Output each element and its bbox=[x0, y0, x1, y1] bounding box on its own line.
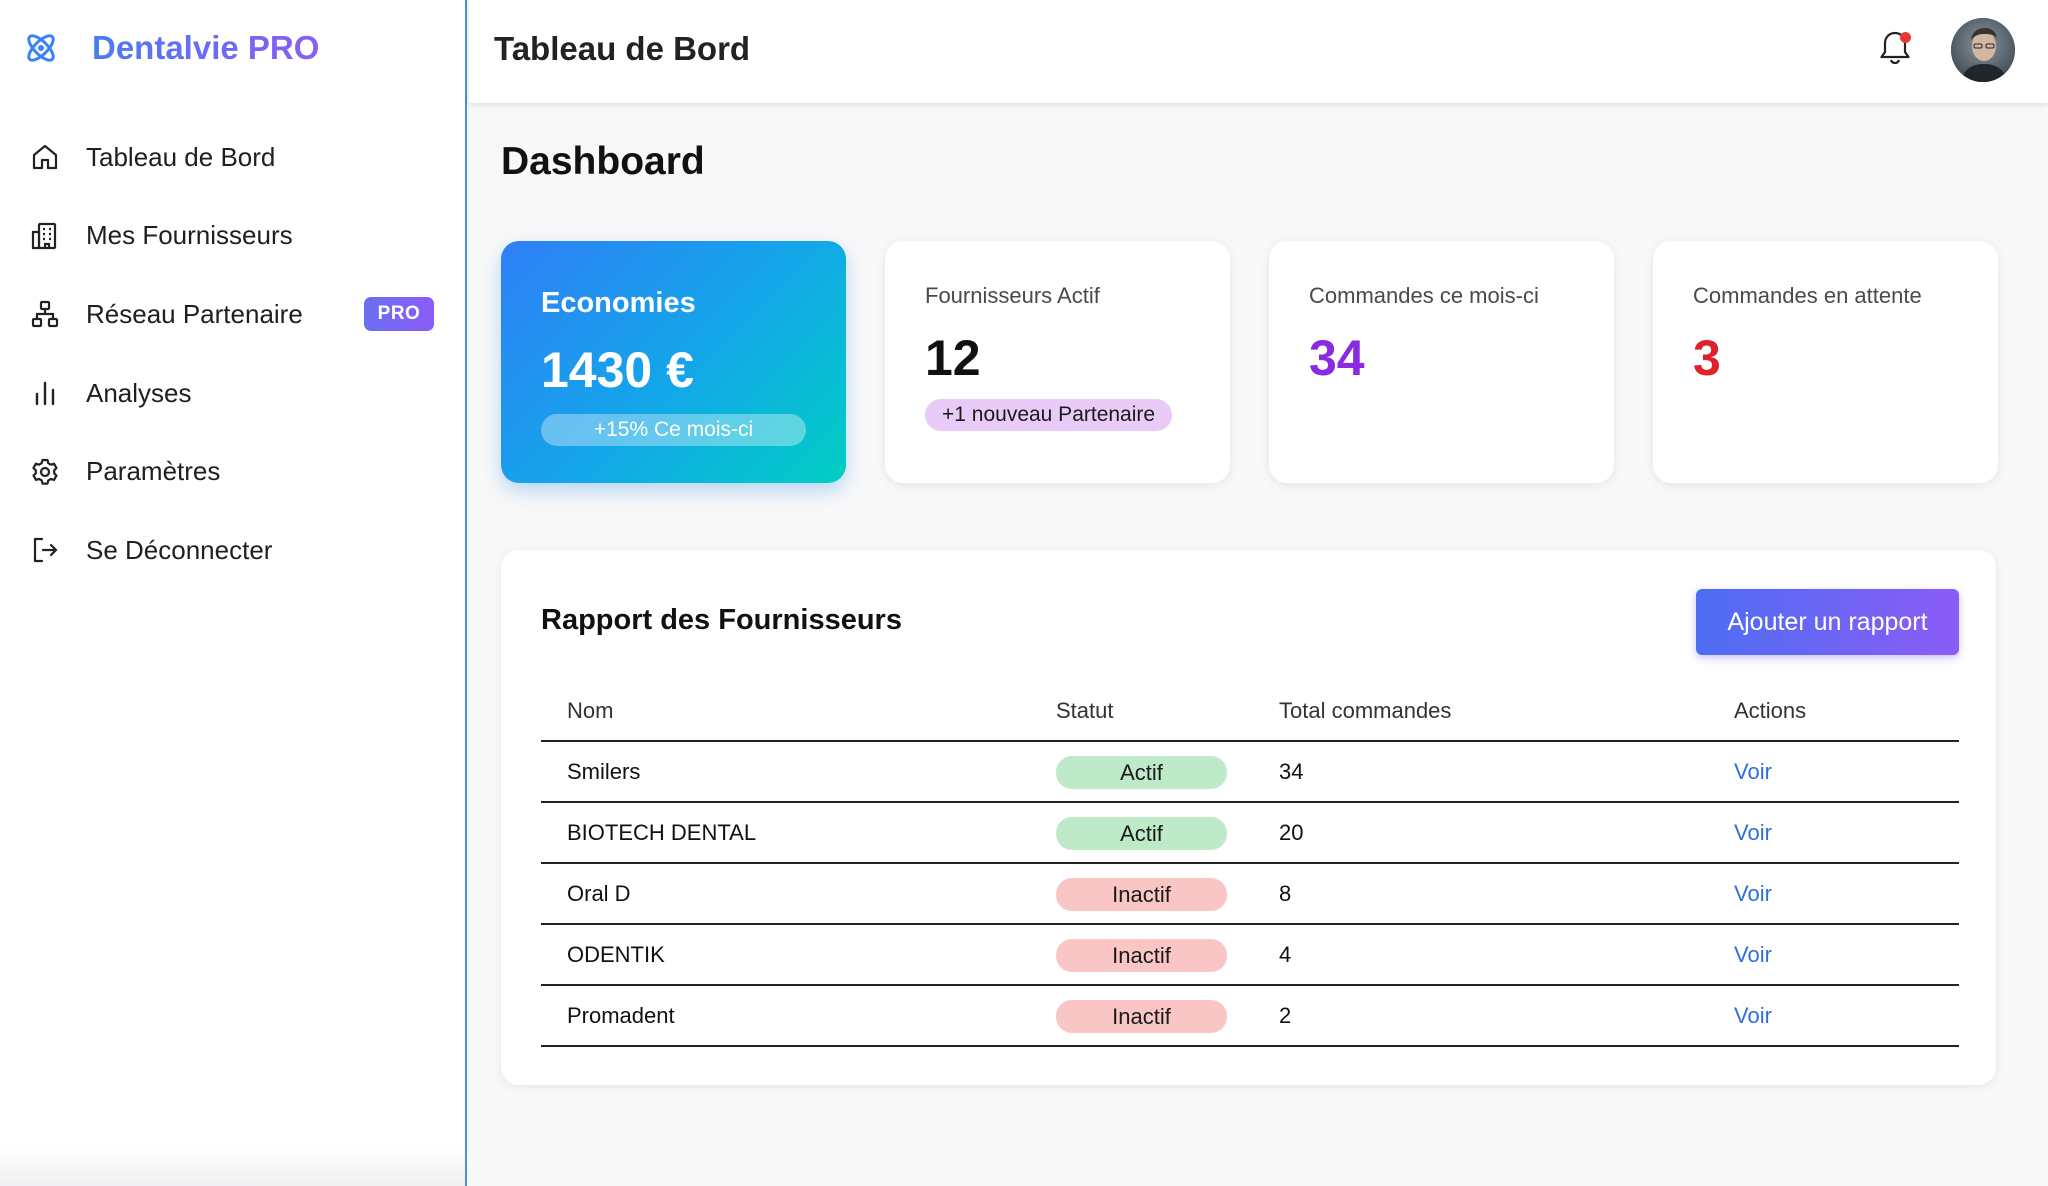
sidebar-item-label: Analyses bbox=[86, 377, 192, 408]
view-link[interactable]: Voir bbox=[1734, 820, 1772, 846]
sidebar-footer-shade bbox=[0, 1146, 465, 1186]
stat-value: 34 bbox=[1309, 330, 1365, 386]
total-orders: 8 bbox=[1279, 881, 1292, 906]
notification-dot bbox=[1900, 32, 1911, 43]
economies-value: 1430 € bbox=[541, 342, 694, 398]
report-title: Rapport des Fournisseurs bbox=[541, 604, 902, 636]
app-root: Dentalvie PRO Tableau de Bord Mes Fourni… bbox=[0, 0, 2048, 1186]
home-icon bbox=[28, 140, 62, 174]
brand-name: Dentalvie PRO bbox=[92, 29, 320, 66]
sidebar-item-analyses[interactable]: Analyses bbox=[0, 354, 465, 433]
fournisseurs-actif-card: Fournisseurs Actif 12 +1 nouveau Partena… bbox=[885, 241, 1230, 483]
bar-chart-icon bbox=[28, 376, 62, 410]
gear-icon bbox=[28, 455, 62, 489]
supplier-name: BIOTECH DENTAL bbox=[567, 820, 757, 845]
avatar[interactable] bbox=[1951, 18, 2015, 82]
report-panel: Rapport des Fournisseurs Ajouter un rapp… bbox=[501, 550, 1996, 1085]
network-icon bbox=[28, 297, 62, 331]
status-badge: Inactif bbox=[1056, 1000, 1227, 1033]
supplier-name: Smilers bbox=[567, 759, 641, 784]
commandes-attente-card: Commandes en attente 3 bbox=[1653, 241, 1998, 483]
page-title: Dashboard bbox=[501, 140, 705, 183]
column-header-statut[interactable]: Statut bbox=[1056, 698, 1113, 724]
building-icon bbox=[28, 219, 62, 253]
total-orders: 34 bbox=[1279, 759, 1304, 784]
logout-icon bbox=[28, 533, 62, 567]
stat-value: 12 bbox=[925, 330, 981, 386]
table-row: Promadent Inactif 2 Voir bbox=[541, 986, 1959, 1047]
total-orders: 20 bbox=[1279, 820, 1304, 845]
status-badge: Actif bbox=[1056, 817, 1227, 850]
header-title: Tableau de Bord bbox=[494, 30, 751, 67]
supplier-name: Oral D bbox=[567, 881, 631, 906]
stat-label: Commandes ce mois-ci bbox=[1309, 283, 1539, 308]
supplier-name: ODENTIK bbox=[567, 942, 665, 967]
view-link[interactable]: Voir bbox=[1734, 1003, 1772, 1029]
status-badge: Inactif bbox=[1056, 939, 1227, 972]
top-header: Tableau de Bord bbox=[469, 0, 2048, 103]
sidebar-nav: Tableau de Bord Mes Fournisseurs Réseau … bbox=[0, 118, 465, 590]
economies-title: Economies bbox=[541, 287, 696, 319]
sidebar-item-mes-fournisseurs[interactable]: Mes Fournisseurs bbox=[0, 197, 465, 276]
sidebar-item-parametres[interactable]: Paramètres bbox=[0, 432, 465, 511]
add-report-button[interactable]: Ajouter un rapport bbox=[1696, 589, 1959, 655]
stat-value: 3 bbox=[1693, 330, 1721, 386]
sidebar: Dentalvie PRO Tableau de Bord Mes Fourni… bbox=[0, 0, 467, 1186]
column-header-actions: Actions bbox=[1734, 698, 1807, 723]
sidebar-item-label: Paramètres bbox=[86, 456, 221, 487]
status-badge: Actif bbox=[1056, 756, 1227, 789]
sidebar-item-label: Mes Fournisseurs bbox=[86, 220, 293, 251]
stat-label: Fournisseurs Actif bbox=[925, 283, 1100, 308]
sidebar-item-label: Tableau de Bord bbox=[86, 141, 276, 172]
new-partner-badge: +1 nouveau Partenaire bbox=[925, 399, 1173, 431]
sidebar-item-se-deconnecter[interactable]: Se Déconnecter bbox=[0, 511, 465, 590]
column-header-total[interactable]: Total commandes bbox=[1279, 698, 1451, 724]
economies-card: Economies 1430 € +15% Ce mois-ci bbox=[501, 241, 846, 483]
sidebar-item-tableau-de-bord[interactable]: Tableau de Bord bbox=[0, 118, 465, 197]
table-header: Nom Statut Total commandes Actions bbox=[541, 680, 1959, 742]
status-badge: Inactif bbox=[1056, 878, 1227, 911]
view-link[interactable]: Voir bbox=[1734, 942, 1772, 968]
view-link[interactable]: Voir bbox=[1734, 759, 1772, 785]
total-orders: 4 bbox=[1279, 942, 1292, 967]
stat-label: Commandes en attente bbox=[1693, 283, 1922, 308]
view-link[interactable]: Voir bbox=[1734, 881, 1772, 907]
supplier-name: Promadent bbox=[567, 1003, 675, 1028]
sidebar-item-label: Se Déconnecter bbox=[86, 534, 273, 565]
suppliers-table: Nom Statut Total commandes Actions Smile… bbox=[541, 680, 1959, 1047]
table-row: Smilers Actif 34 Voir bbox=[541, 742, 1959, 803]
atom-logo-icon bbox=[22, 29, 60, 67]
notification-button[interactable] bbox=[1873, 28, 1917, 72]
economies-trend-badge: +15% Ce mois-ci bbox=[541, 414, 806, 446]
column-header-nom[interactable]: Nom bbox=[567, 698, 613, 724]
sidebar-item-label: Réseau Partenaire bbox=[86, 298, 303, 329]
table-row: Oral D Inactif 8 Voir bbox=[541, 864, 1959, 925]
pro-badge: PRO bbox=[364, 297, 434, 332]
commandes-mois-card: Commandes ce mois-ci 34 bbox=[1269, 241, 1614, 483]
table-row: BIOTECH DENTAL Actif 20 Voir bbox=[541, 803, 1959, 864]
total-orders: 2 bbox=[1279, 1003, 1292, 1028]
sidebar-item-reseau-partenaire[interactable]: Réseau Partenaire PRO bbox=[0, 275, 465, 354]
brand[interactable]: Dentalvie PRO bbox=[22, 26, 319, 70]
table-row: ODENTIK Inactif 4 Voir bbox=[541, 925, 1959, 986]
